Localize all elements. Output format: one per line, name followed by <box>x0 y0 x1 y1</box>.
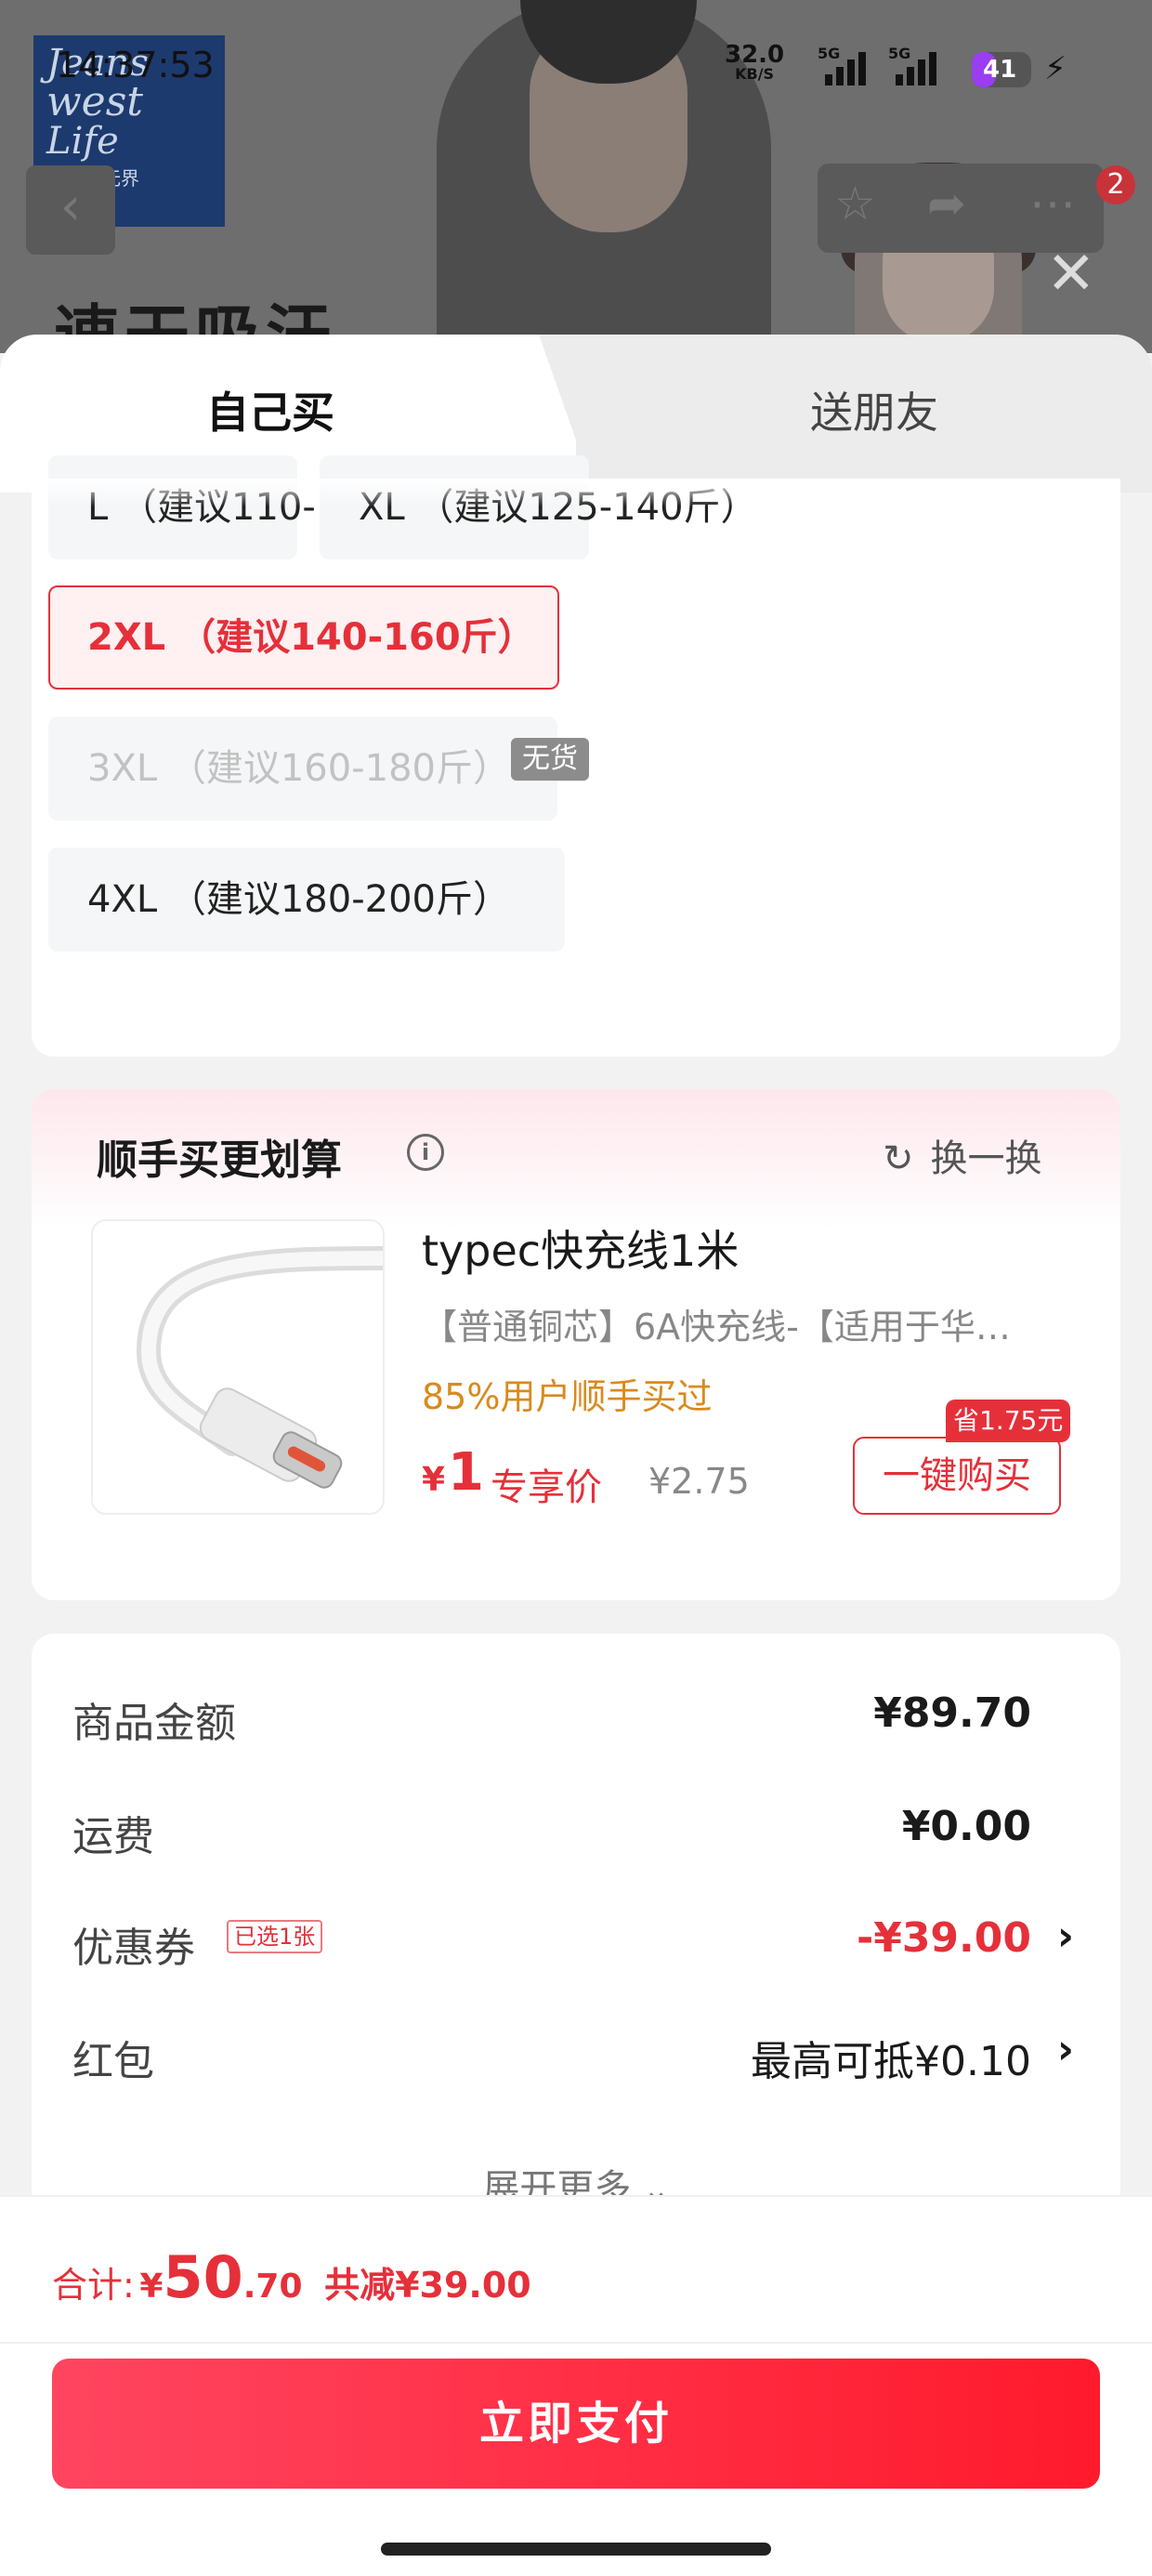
size-selector: L （建议110-125斤） XL （建议125-140斤） 2XL （建议14… <box>32 455 1120 1057</box>
total-integer: 50 <box>163 2243 243 2311</box>
coupon-label: 优惠券 <box>72 1925 195 1972</box>
battery-level: 41 <box>983 56 1017 84</box>
total-decimal: .70 <box>242 2267 303 2306</box>
red-packet-chevron-icon[interactable]: › <box>1057 2026 1074 2073</box>
refresh-label: 换一换 <box>930 1137 1042 1180</box>
size-option-3xl: 3XL （建议160-180斤） <box>48 716 557 821</box>
refresh-button[interactable]: ↻ 换一换 <box>883 1128 1042 1182</box>
more-icon[interactable]: ⋯ <box>1029 177 1076 230</box>
battery-icon: 41 <box>972 52 1031 87</box>
signal-label-2: 5G <box>888 45 911 62</box>
product-image[interactable] <box>91 1219 385 1515</box>
tab-buy-for-self[interactable]: 自己买 <box>206 379 334 440</box>
network-speed: 32.0 KB/S <box>725 43 784 82</box>
share-icon[interactable]: ➦ <box>927 177 966 230</box>
red-packet-label: 红包 <box>72 2038 154 2085</box>
red-packet-value[interactable]: 最高可抵¥0.10 <box>751 2028 1031 2087</box>
coupon-selected-chip: 已选1张 <box>227 1920 323 1953</box>
addon-purchase-stat: 85%用户顺手买过 <box>422 1376 713 1417</box>
shipping-value: ¥0.00 <box>901 1803 1031 1850</box>
size-option-4xl[interactable]: 4XL （建议180-200斤） <box>48 848 565 952</box>
home-indicator <box>381 2543 771 2556</box>
size-option-l[interactable]: L （建议110-125斤） <box>48 455 461 559</box>
subtotal-value: ¥89.70 <box>873 1689 1031 1737</box>
addon-product-desc: 【普通铜芯】6A快充线-【适用于华… <box>422 1307 1011 1347</box>
pay-now-button[interactable]: 立即支付 <box>52 2359 1100 2489</box>
signal-icon-2: 5G <box>888 45 944 87</box>
addon-recommendation-card: 顺手买更划算 i ↻ 换一换 typec快充线1米 【普通铜芯】6A快充线-【适用… <box>32 1089 1120 1600</box>
total-saved: 共减¥39.00 <box>324 2265 531 2306</box>
total-currency: ¥ <box>139 2267 164 2306</box>
usb-c-cable-icon <box>136 1246 383 1489</box>
refresh-icon: ↻ <box>883 1137 914 1180</box>
sold-out-badge: 无货 <box>511 738 589 781</box>
logo-text-2: west <box>46 78 143 125</box>
coupon-chevron-icon[interactable]: › <box>1057 1912 1074 1960</box>
back-button[interactable]: ‹ <box>26 165 115 255</box>
addon-title: 顺手买更划算 <box>97 1137 342 1184</box>
tab-gift-to-friend[interactable]: 送朋友 <box>810 379 938 440</box>
size-option-xl[interactable]: XL （建议125-140斤） <box>320 455 758 559</box>
addon-price: 1 <box>448 1442 484 1503</box>
info-icon[interactable]: i <box>407 1134 444 1171</box>
order-summary: 商品金额 ¥89.70 运费 ¥0.00 优惠券 已选1张 -¥39.00 › … <box>32 1634 1120 2228</box>
checkout-footer: 合计: ¥50.70 共减¥39.00 立即支付 <box>0 2195 1152 2576</box>
one-click-buy-button[interactable]: 一键购买 <box>853 1437 1061 1515</box>
shipping-label: 运费 <box>72 1813 154 1860</box>
coupon-value[interactable]: -¥39.00 <box>857 1914 1031 1962</box>
signal-icon-1: 5G <box>818 45 873 87</box>
size-option-2xl[interactable]: 2XL （建议140-160斤） <box>48 585 559 690</box>
close-icon[interactable]: ✕ <box>1046 240 1096 309</box>
signal-label-1: 5G <box>818 45 841 62</box>
charging-icon: ⚡ <box>1044 50 1067 87</box>
favorite-icon[interactable]: ☆ <box>834 177 876 230</box>
savings-badge: 省1.75元 <box>946 1400 1071 1442</box>
status-time: 14:37:53 <box>56 45 215 85</box>
addon-original-price: ¥2.75 <box>648 1461 750 1502</box>
logo-text-3: Life <box>46 120 119 163</box>
subtotal-label: 商品金额 <box>72 1700 236 1747</box>
total-label: 合计: <box>52 2265 135 2306</box>
addon-price-symbol: ¥ <box>422 1461 446 1499</box>
addon-product-name[interactable]: typec快充线1米 <box>422 1217 739 1279</box>
addon-price-tag: 专享价 <box>491 1466 602 1509</box>
notification-badge: 2 <box>1096 165 1135 204</box>
network-speed-unit: KB/S <box>735 65 775 83</box>
total-line: 合计: ¥50.70 共减¥39.00 <box>52 2243 531 2311</box>
